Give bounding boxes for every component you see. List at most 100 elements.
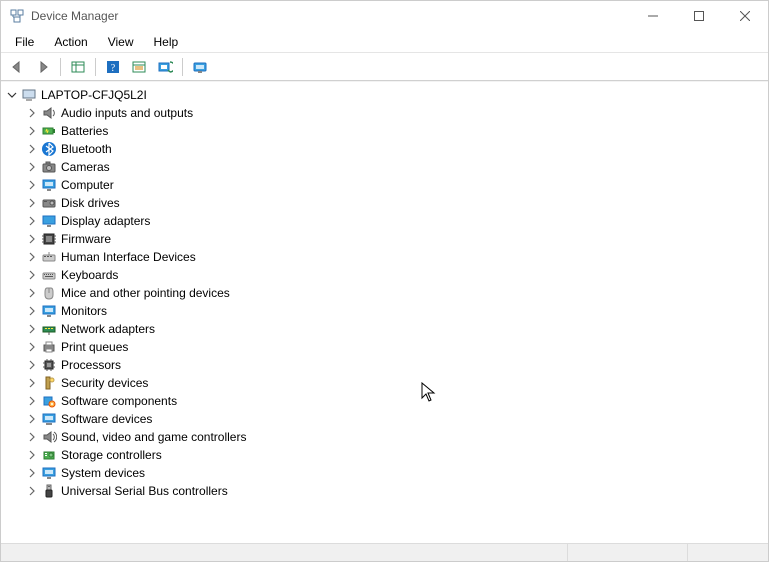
printqueues-icon — [41, 339, 57, 355]
tree-item-label: Sound, video and game controllers — [61, 430, 246, 444]
tree-item-audio[interactable]: Audio inputs and outputs — [21, 104, 768, 122]
tree-item-label: System devices — [61, 466, 145, 480]
chevron-down-icon[interactable] — [5, 88, 19, 102]
chevron-right-icon[interactable] — [25, 430, 39, 444]
tree-item-label: Network adapters — [61, 322, 155, 336]
toolbar-separator — [182, 58, 183, 76]
tree-item-batteries[interactable]: Batteries — [21, 122, 768, 140]
toolbar: ? — [1, 53, 768, 81]
window-controls — [630, 1, 768, 31]
tree-item-label: Software devices — [61, 412, 152, 426]
close-button[interactable] — [722, 1, 768, 31]
chevron-right-icon[interactable] — [25, 268, 39, 282]
tree-item-label: Processors — [61, 358, 121, 372]
tree-item-printqueues[interactable]: Print queues — [21, 338, 768, 356]
display-icon — [41, 213, 57, 229]
tree-item-hid[interactable]: Human Interface Devices — [21, 248, 768, 266]
chevron-right-icon[interactable] — [25, 304, 39, 318]
chevron-right-icon[interactable] — [25, 340, 39, 354]
chevron-right-icon[interactable] — [25, 286, 39, 300]
security-icon — [41, 375, 57, 391]
tree-item-keyboards[interactable]: Keyboards — [21, 266, 768, 284]
tree-item-network[interactable]: Network adapters — [21, 320, 768, 338]
toolbar-forward-button[interactable] — [31, 56, 55, 78]
tree-item-label: Mice and other pointing devices — [61, 286, 230, 300]
menu-view[interactable]: View — [98, 33, 144, 51]
tree-item-diskdrives[interactable]: Disk drives — [21, 194, 768, 212]
chevron-right-icon[interactable] — [25, 160, 39, 174]
toolbar-back-button[interactable] — [5, 56, 29, 78]
chevron-right-icon[interactable] — [25, 466, 39, 480]
tree-item-processors[interactable]: Processors — [21, 356, 768, 374]
tree-item-label: Display adapters — [61, 214, 150, 228]
tree-item-mice[interactable]: Mice and other pointing devices — [21, 284, 768, 302]
monitors-icon — [41, 303, 57, 319]
chevron-right-icon[interactable] — [25, 322, 39, 336]
sound-icon — [41, 429, 57, 445]
app-icon — [9, 8, 25, 24]
menu-help[interactable]: Help — [144, 33, 189, 51]
hid-icon — [41, 249, 57, 265]
chevron-right-icon[interactable] — [25, 448, 39, 462]
tree-item-sound[interactable]: Sound, video and game controllers — [21, 428, 768, 446]
menu-file[interactable]: File — [5, 33, 44, 51]
chevron-right-icon[interactable] — [25, 484, 39, 498]
chevron-right-icon[interactable] — [25, 394, 39, 408]
tree-item-usb[interactable]: Universal Serial Bus controllers — [21, 482, 768, 500]
chevron-right-icon[interactable] — [25, 214, 39, 228]
chevron-right-icon[interactable] — [25, 232, 39, 246]
chevron-right-icon[interactable] — [25, 250, 39, 264]
swcomponents-icon — [41, 393, 57, 409]
tree-item-swdevices[interactable]: Software devices — [21, 410, 768, 428]
chevron-right-icon[interactable] — [25, 412, 39, 426]
tree-item-security[interactable]: Security devices — [21, 374, 768, 392]
toolbar-scan-hardware-button[interactable] — [153, 56, 177, 78]
tree-item-label: Computer — [61, 178, 114, 192]
chevron-right-icon[interactable] — [25, 106, 39, 120]
tree-root-label: LAPTOP-CFJQ5L2I — [41, 88, 147, 102]
title-bar: Device Manager — [1, 1, 768, 31]
keyboards-icon — [41, 267, 57, 283]
tree-item-cameras[interactable]: Cameras — [21, 158, 768, 176]
toolbar-help-button[interactable]: ? — [101, 56, 125, 78]
minimize-button[interactable] — [630, 1, 676, 31]
chevron-right-icon[interactable] — [25, 358, 39, 372]
computer-icon — [41, 177, 57, 193]
tree-root-node[interactable]: LAPTOP-CFJQ5L2I — [1, 86, 768, 104]
storage-icon — [41, 447, 57, 463]
tree-item-system[interactable]: System devices — [21, 464, 768, 482]
tree-item-firmware[interactable]: Firmware — [21, 230, 768, 248]
tree-item-display[interactable]: Display adapters — [21, 212, 768, 230]
toolbar-devices-printers-button[interactable] — [188, 56, 212, 78]
tree-item-storage[interactable]: Storage controllers — [21, 446, 768, 464]
maximize-button[interactable] — [676, 1, 722, 31]
tree-item-computer[interactable]: Computer — [21, 176, 768, 194]
chevron-right-icon[interactable] — [25, 196, 39, 210]
tree-item-label: Human Interface Devices — [61, 250, 196, 264]
firmware-icon — [41, 231, 57, 247]
tree-item-label: Bluetooth — [61, 142, 112, 156]
tree-item-label: Firmware — [61, 232, 111, 246]
chevron-right-icon[interactable] — [25, 142, 39, 156]
diskdrives-icon — [41, 195, 57, 211]
menu-action[interactable]: Action — [44, 33, 97, 51]
chevron-right-icon[interactable] — [25, 376, 39, 390]
svg-text:?: ? — [111, 63, 116, 74]
tree-item-label: Monitors — [61, 304, 107, 318]
toolbar-separator — [60, 58, 61, 76]
chevron-right-icon[interactable] — [25, 178, 39, 192]
tree-item-swcomponents[interactable]: Software components — [21, 392, 768, 410]
batteries-icon — [41, 123, 57, 139]
tree-item-label: Storage controllers — [61, 448, 162, 462]
toolbar-properties-button[interactable] — [127, 56, 151, 78]
toolbar-separator — [95, 58, 96, 76]
tree-item-bluetooth[interactable]: Bluetooth — [21, 140, 768, 158]
network-icon — [41, 321, 57, 337]
device-tree-area[interactable]: LAPTOP-CFJQ5L2I Audio inputs and outputs… — [1, 81, 768, 543]
tree-item-monitors[interactable]: Monitors — [21, 302, 768, 320]
chevron-right-icon[interactable] — [25, 124, 39, 138]
bluetooth-icon — [41, 141, 57, 157]
processors-icon — [41, 357, 57, 373]
toolbar-show-hide-console-button[interactable] — [66, 56, 90, 78]
audio-icon — [41, 105, 57, 121]
